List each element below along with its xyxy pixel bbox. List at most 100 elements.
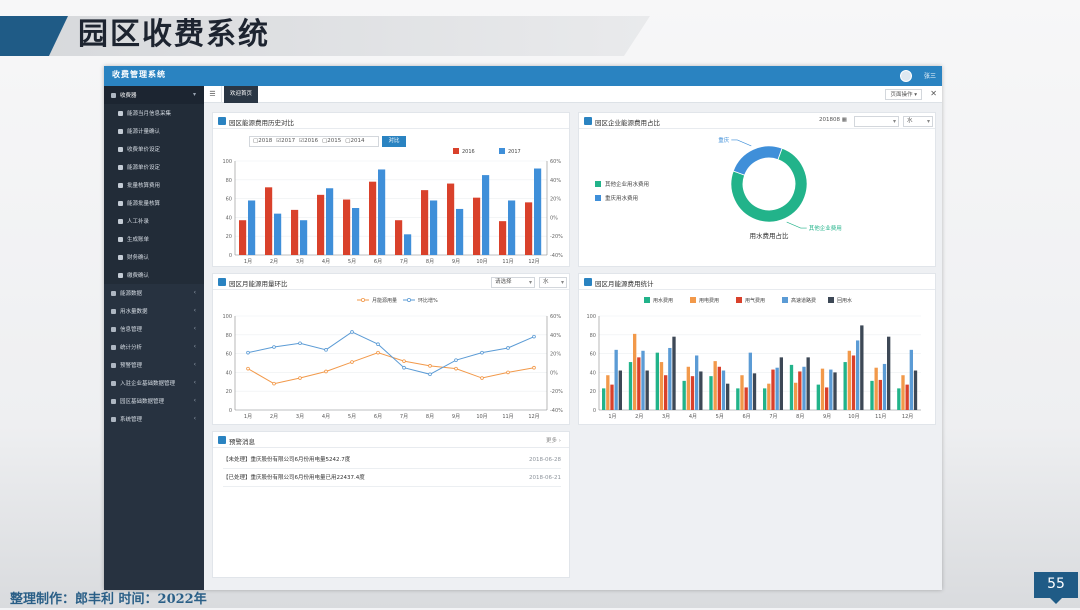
sidebar-item[interactable]: 生成账单: [104, 230, 204, 248]
x-tick-label: 3月: [296, 259, 304, 265]
sidebar-item[interactable]: 信息管理 ‹: [104, 320, 204, 338]
legend-label: 重庆用水费用: [605, 194, 638, 202]
stats-panel: 园区月能源费用统计 0 20 40 60 80 100 1月 2月 3月 4月 5月 6月 7月 8月 9月…: [578, 273, 936, 425]
sidebar-item-label: 生成账单: [127, 237, 150, 243]
check-icon: [118, 254, 123, 260]
calendar-icon[interactable]: ▦: [842, 117, 847, 123]
bar: [736, 388, 740, 410]
history-panel: 园区能源费用历史对比 ▢2018 ☑2017 ☑2016 ▢2015 ▢2014…: [212, 112, 570, 267]
sidebar-item[interactable]: 缴费确认: [104, 266, 204, 284]
year-checkbox[interactable]: ☑2016: [299, 137, 318, 146]
bar: [752, 373, 757, 410]
energy-type-select[interactable]: 水: [903, 116, 933, 127]
x-tick-label: 4月: [322, 414, 330, 420]
sidebar-item[interactable]: 入驻企业基础数据管理 ‹: [104, 374, 204, 392]
bar: [709, 376, 713, 410]
sidebar-item[interactable]: 园区基础数据管理 ‹: [104, 392, 204, 410]
sidebar-item[interactable]: 批量核算费用: [104, 176, 204, 194]
legend-swatch: [406, 297, 411, 302]
more-link[interactable]: 更多 ›: [546, 436, 561, 444]
bar: [829, 369, 833, 410]
data-point: [324, 369, 328, 374]
sidebar-item[interactable]: 能源当月信息采集: [104, 104, 204, 122]
y-tick-label: 60: [226, 352, 232, 358]
sidebar-item-label: 人工补录: [127, 219, 150, 225]
legend-label: 用电费用: [699, 297, 719, 304]
energy-type-select[interactable]: 水: [539, 277, 567, 288]
page-ops-dropdown[interactable]: 页面操作 ▾: [885, 89, 922, 100]
sidebar-item[interactable]: 能源批量核算: [104, 194, 204, 212]
document-icon: [118, 164, 123, 170]
bar: [699, 371, 703, 410]
menu-toggle-icon[interactable]: ☰: [204, 86, 222, 103]
y2-tick-label: 40%: [550, 178, 561, 184]
sidebar-item[interactable]: 系统管理 ‹: [104, 410, 204, 428]
bar: [713, 361, 717, 410]
x-tick-label: 3月: [296, 414, 304, 420]
period-select[interactable]: 请选择: [491, 277, 535, 288]
data-point: [506, 346, 510, 350]
sidebar-item[interactable]: 财务确认: [104, 248, 204, 266]
sidebar-item[interactable]: 统计分析 ‹: [104, 338, 204, 356]
legend-label: 用气费用: [745, 297, 765, 304]
sidebar-item-label: 财务确认: [127, 255, 150, 261]
sidebar-item[interactable]: 用水量数据 ‹: [104, 302, 204, 320]
tab-welcome[interactable]: 欢迎首页: [224, 86, 259, 103]
user-icon: [111, 380, 116, 386]
y-tick-label: 20: [226, 389, 232, 395]
app-title: 收费管理系统: [112, 69, 166, 79]
bar: [833, 372, 837, 410]
monthly-chart: 0 -40% 20 -20% 40 0% 60 20% 80 40% 100 60% 1月 2月 3月 4月 5…: [222, 297, 563, 420]
bar: [843, 362, 847, 410]
bar: [473, 197, 481, 255]
sidebar-item-label: 入驻企业基础数据管理: [120, 381, 176, 387]
year-checkbox[interactable]: ☑2017: [276, 137, 295, 146]
bar: [744, 387, 748, 410]
slice-leader: [731, 139, 752, 147]
legend-swatch: [690, 297, 696, 303]
x-tick-label: 2月: [270, 259, 278, 265]
sidebar-item[interactable]: 能源数据 ‹: [104, 284, 204, 302]
data-point: [272, 381, 276, 386]
user-name[interactable]: 张三: [924, 71, 936, 80]
close-icon[interactable]: ✕: [930, 89, 937, 98]
x-tick-label: 10月: [848, 414, 859, 420]
sidebar-item[interactable]: 能源计量确认: [104, 122, 204, 140]
alert-item[interactable]: 【已处理】重庆股份有限公司6月份用电量已用22437.4度 2018-06-21: [223, 469, 561, 487]
avatar[interactable]: [900, 70, 912, 82]
sidebar-item[interactable]: 人工补录: [104, 212, 204, 230]
bar: [641, 350, 645, 410]
y-tick-label: 0: [229, 253, 232, 259]
chevron-icon: ‹: [193, 415, 196, 422]
bar: [686, 366, 690, 410]
y2-tick-label: 20%: [550, 197, 561, 203]
x-tick-label: 12月: [528, 414, 539, 420]
year-checkbox[interactable]: ▢2014: [345, 137, 364, 146]
alert-text: 【已处理】重庆股份有限公司6月份用电量已用22437.4度: [223, 475, 365, 481]
chart-icon: [218, 117, 226, 125]
bar: [726, 383, 730, 410]
alert-item[interactable]: 【未处理】重庆股份有限公司6月份用电量5242.7度 2018-06-28: [223, 451, 561, 469]
period-field[interactable]: 201808 ▦: [819, 117, 847, 123]
bar: [771, 369, 775, 410]
chevron-icon: ‹: [193, 307, 196, 314]
year-checkbox-group: ▢2018 ☑2017 ☑2016 ▢2015 ▢2014: [249, 136, 379, 147]
sidebar-item[interactable]: 收费器 ▾: [104, 86, 204, 104]
y-tick-label: 100: [222, 314, 232, 320]
sidebar-item[interactable]: 收费单价设定: [104, 140, 204, 158]
compare-button[interactable]: 对比: [382, 136, 406, 147]
year-checkbox[interactable]: ▢2015: [322, 137, 341, 146]
year-checkbox[interactable]: ▢2018: [253, 137, 272, 146]
slice-leader: [786, 221, 807, 229]
x-tick-label: 10月: [476, 414, 487, 420]
legend-label: 其他企业用水费用: [605, 180, 649, 188]
sidebar-item[interactable]: 能源单价设定: [104, 158, 204, 176]
bar: [775, 367, 779, 410]
company-select[interactable]: [854, 116, 899, 127]
legend-label: 回用水: [837, 297, 852, 304]
data-point: [402, 359, 406, 363]
bar: [248, 200, 256, 255]
list-icon: [118, 110, 123, 116]
sidebar-item[interactable]: 预警管理 ‹: [104, 356, 204, 374]
data-point: [532, 334, 536, 339]
